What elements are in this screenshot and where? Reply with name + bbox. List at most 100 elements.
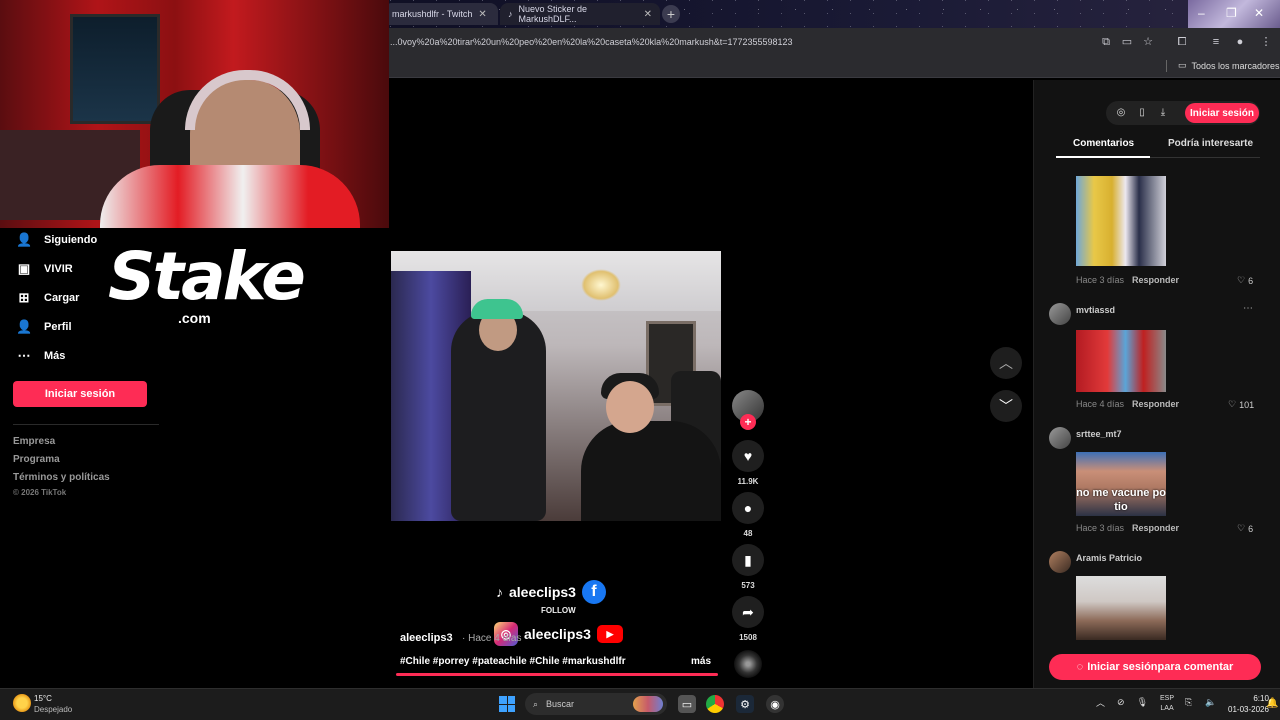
more-link[interactable]: más [691,656,711,667]
microphone-icon[interactable]: 🎙 [1137,697,1148,708]
next-video-button[interactable]: ﹀ [990,390,1022,422]
tab-twitch[interactable]: markushdlfr - Twitch ✕ [384,3,498,25]
heart-outline-icon[interactable]: ♡ [1237,275,1245,286]
login-to-comment-button[interactable]: ◌ Iniciar sesiónpara comentar [1049,654,1261,680]
stake-wordmark: Stake [108,238,306,315]
volume-icon[interactable]: 🔈 [1205,697,1216,708]
comment-username[interactable]: mvtiassd [1076,305,1115,315]
close-window-icon[interactable]: ✕ [1254,6,1264,20]
app-icon[interactable]: ◉ [766,695,784,713]
music-disc-icon[interactable] [734,650,762,678]
weather-temperature: 15°C [34,694,52,703]
nav-item-profile[interactable]: 👤 Perfil [16,316,72,338]
comment-username[interactable]: Aramis Patricio [1076,553,1142,563]
avatar[interactable] [1049,427,1071,449]
footer-link-company[interactable]: Empresa [13,436,55,447]
chrome-icon[interactable] [706,695,724,713]
comment-icon[interactable]: ● [732,492,764,524]
tab-tiktok[interactable]: ♪ Nuevo Sticker de MarkushDLF... ✕ [500,3,660,25]
comment-like[interactable]: ♡ 101 [1228,399,1254,410]
phone-icon[interactable]: ▯ [1134,105,1150,121]
bookmark-icon[interactable]: ▮ [732,544,764,576]
nav-label: VIVIR [44,263,73,275]
video-player[interactable] [391,251,721,521]
close-tab-icon[interactable]: ✕ [644,9,652,20]
previous-video-button[interactable]: ︿ [990,347,1022,379]
url-field[interactable]: ...0voy%20a%20tirar%20un%20peo%20en%20la… [390,34,1090,50]
avatar[interactable] [1049,551,1071,573]
video-hashtags[interactable]: #Chile #porrey #pateachile #Chile #marku… [400,656,626,667]
coin-icon[interactable]: ◎ [1113,105,1129,121]
tab-might-like[interactable]: Podría interesarte [1168,138,1253,149]
reply-button[interactable]: Responder [1132,523,1179,533]
download-icon[interactable]: ⤓ [1155,105,1171,121]
profile-icon[interactable]: ● [1232,34,1248,50]
comment-like[interactable]: ♡ 6 [1237,275,1253,286]
comment-action[interactable]: ● 48 [732,492,764,538]
share-action[interactable]: ➦ 1508 [732,596,764,642]
extensions-icon[interactable]: ⧠ [1174,34,1190,50]
panel-login-button[interactable]: Iniciar sesión [1185,103,1259,123]
steam-icon[interactable]: ⚙ [736,695,754,713]
comment-bubble-icon: ◌ [1076,661,1084,673]
clock[interactable]: 6:10 01-03-2026 [1228,693,1269,715]
comment-like[interactable]: ♡ 6 [1237,523,1253,534]
windows-start-icon[interactable] [499,696,515,712]
heart-icon[interactable]: ♥ [732,440,764,472]
bookmark-star-icon[interactable]: ☆ [1140,34,1156,50]
nav-item-upload[interactable]: ⊞ Cargar [16,287,80,309]
search-icon: ⌕ [533,698,539,709]
network-icon[interactable]: ⊘ [1117,697,1125,708]
comment-sticker-image[interactable] [1076,576,1166,640]
reply-button[interactable]: Responder [1132,399,1179,409]
notification-bell-icon[interactable]: 🔔 [1266,698,1278,709]
close-tab-icon[interactable]: ✕ [478,9,486,20]
translate-icon[interactable]: ⧉ [1098,34,1114,50]
nav-item-more[interactable]: ⋯ Más [16,345,66,367]
new-tab-button[interactable]: + [662,5,680,23]
share-count: 1508 [739,633,757,642]
language-indicator[interactable]: ESP LAA [1160,694,1174,714]
video-author[interactable]: aleeclips3 [400,632,453,644]
comment-time: Hace 4 días [1076,399,1125,409]
comment-options-icon[interactable]: ⋯ [1243,303,1253,314]
cast-icon[interactable]: ▭ [1119,34,1135,50]
network-wired-icon[interactable]: ⎘ [1185,697,1192,708]
video-progress-bar[interactable] [396,673,718,676]
like-action[interactable]: ♥ 11.9K [732,440,764,486]
menu-icon[interactable]: ⋮ [1258,34,1274,50]
clock-date: 01-03-2026 [1228,705,1269,714]
all-bookmarks-button[interactable]: ▭ Todos los marcadores [1178,60,1280,71]
chevron-up-icon[interactable]: ︿ [1096,696,1105,709]
comment-sticker-image[interactable] [1076,176,1166,266]
more-icon: ⋯ [17,348,31,363]
comment-username[interactable]: srttee_mt7 [1076,429,1122,439]
active-tab-indicator [1056,156,1150,158]
tiktok-icon: ♪ [508,9,513,19]
follow-plus-button[interactable]: + [740,414,756,430]
comment-sticker-image[interactable] [1076,330,1166,392]
share-icon[interactable]: ➦ [732,596,764,628]
taskbar-search[interactable]: ⌕ Buscar [525,693,667,715]
footer-link-terms[interactable]: Términos y políticas [13,472,110,483]
comment-sticker-image[interactable]: no me vacune po tio [1076,452,1166,516]
profile-icon: 👤 [16,319,33,334]
tiktok-icon: ♪ [496,584,503,600]
heart-outline-icon[interactable]: ♡ [1237,523,1245,534]
footer-link-program[interactable]: Programa [13,454,60,465]
avatar[interactable] [1049,303,1071,325]
tab-comments[interactable]: Comentarios [1073,138,1134,149]
login-button[interactable]: Iniciar sesión [13,381,147,407]
nav-item-following[interactable]: 👤 Siguiendo [16,229,97,251]
maximize-icon[interactable]: ❐ [1226,6,1237,20]
nav-item-live[interactable]: ▣ VIVIR [16,258,73,280]
facebook-icon: f [581,580,606,604]
media-icon[interactable]: ≡ [1208,34,1224,50]
weather-icon[interactable] [13,694,31,712]
follow-text: FOLLOW [541,606,576,615]
reply-button[interactable]: Responder [1132,275,1179,285]
minimize-icon[interactable]: – [1198,6,1205,20]
heart-outline-icon[interactable]: ♡ [1228,399,1236,410]
save-action[interactable]: ▮ 573 [732,544,764,590]
task-view-icon[interactable]: ▭ [678,695,696,713]
